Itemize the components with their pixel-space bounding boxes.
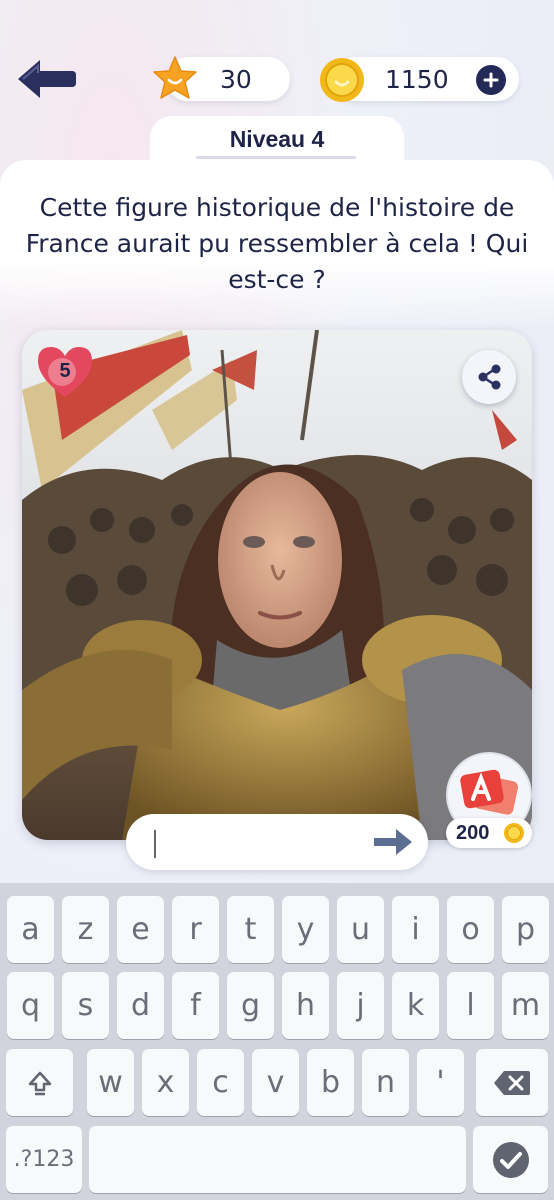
hint-cost-value: 200	[456, 821, 490, 844]
key-apostrophe[interactable]: '	[417, 1049, 464, 1116]
key-label: q	[20, 988, 41, 1023]
key-label: '	[436, 1065, 445, 1100]
key-l[interactable]: l	[447, 972, 494, 1039]
key-label: f	[190, 988, 201, 1023]
checkmark-icon	[492, 1141, 529, 1178]
stars-value: 30	[220, 64, 252, 94]
key-number-mode[interactable]: .?123	[6, 1126, 82, 1193]
key-s[interactable]: s	[62, 972, 109, 1039]
key-label: g	[240, 988, 261, 1023]
submit-arrow-icon[interactable]	[372, 826, 414, 858]
key-k[interactable]: k	[392, 972, 439, 1039]
plus-icon	[483, 72, 499, 88]
key-x[interactable]: x	[142, 1049, 189, 1116]
text-caret	[154, 830, 156, 858]
key-label: v	[266, 1065, 285, 1100]
coins-value: 1150	[385, 64, 449, 94]
key-label: x	[156, 1065, 175, 1100]
key-i[interactable]: i	[392, 896, 439, 963]
key-c[interactable]: c	[197, 1049, 244, 1116]
key-t[interactable]: t	[227, 896, 274, 963]
key-label: k	[406, 988, 425, 1023]
key-label: b	[320, 1065, 341, 1100]
key-d[interactable]: d	[117, 972, 164, 1039]
key-a[interactable]: a	[7, 896, 54, 963]
share-icon	[478, 364, 501, 390]
lives-count: 5	[59, 360, 71, 382]
key-b[interactable]: b	[307, 1049, 354, 1116]
key-shift[interactable]	[6, 1049, 73, 1116]
buy-coins-button[interactable]	[476, 65, 506, 95]
key-e[interactable]: e	[117, 896, 164, 963]
key-label: j	[356, 988, 365, 1023]
star-icon	[153, 56, 197, 99]
backspace-icon	[494, 1070, 530, 1095]
key-number-mode-label: .?123	[13, 1147, 75, 1172]
key-label: n	[375, 1065, 395, 1100]
key-f[interactable]: f	[172, 972, 219, 1039]
key-h[interactable]: h	[282, 972, 329, 1039]
key-g[interactable]: g	[227, 972, 274, 1039]
key-label: d	[130, 988, 151, 1023]
key-v[interactable]: v	[252, 1049, 299, 1116]
key-label: p	[515, 912, 536, 947]
answer-input[interactable]	[150, 826, 360, 860]
key-label: r	[189, 912, 202, 947]
question-text: Cette figure historique de l'histoire de…	[25, 193, 529, 294]
key-label: z	[77, 912, 94, 947]
key-label: a	[21, 912, 40, 947]
key-backspace[interactable]	[476, 1049, 548, 1116]
key-r[interactable]: r	[172, 896, 219, 963]
level-tab: Niveau 4	[150, 116, 404, 176]
key-z[interactable]: z	[62, 896, 109, 963]
key-label: u	[350, 912, 370, 947]
key-w[interactable]: w	[87, 1049, 134, 1116]
key-label: s	[77, 988, 94, 1023]
coin-icon	[504, 823, 524, 843]
key-q[interactable]: q	[7, 972, 54, 1039]
key-label: e	[131, 912, 150, 947]
key-done[interactable]	[473, 1126, 548, 1193]
key-space[interactable]	[89, 1126, 466, 1193]
key-label: h	[295, 988, 315, 1023]
key-label: o	[461, 912, 480, 947]
key-p[interactable]: p	[502, 896, 549, 963]
key-label: m	[510, 988, 541, 1023]
back-arrow-icon[interactable]	[14, 54, 78, 104]
key-j[interactable]: j	[337, 972, 384, 1039]
key-u[interactable]: u	[337, 896, 384, 963]
share-button[interactable]	[462, 350, 516, 404]
key-label: i	[411, 912, 420, 947]
level-label: Niveau 4	[229, 126, 325, 152]
key-label: t	[244, 912, 257, 947]
shift-icon	[28, 1071, 51, 1095]
level-divider	[196, 156, 356, 159]
coin-icon	[320, 58, 364, 102]
key-label: w	[98, 1065, 123, 1100]
key-label: c	[212, 1065, 229, 1100]
key-m[interactable]: m	[502, 972, 549, 1039]
key-y[interactable]: y	[282, 896, 329, 963]
key-n[interactable]: n	[362, 1049, 409, 1116]
key-label: y	[296, 912, 315, 947]
key-label: l	[466, 988, 475, 1023]
key-o[interactable]: o	[447, 896, 494, 963]
